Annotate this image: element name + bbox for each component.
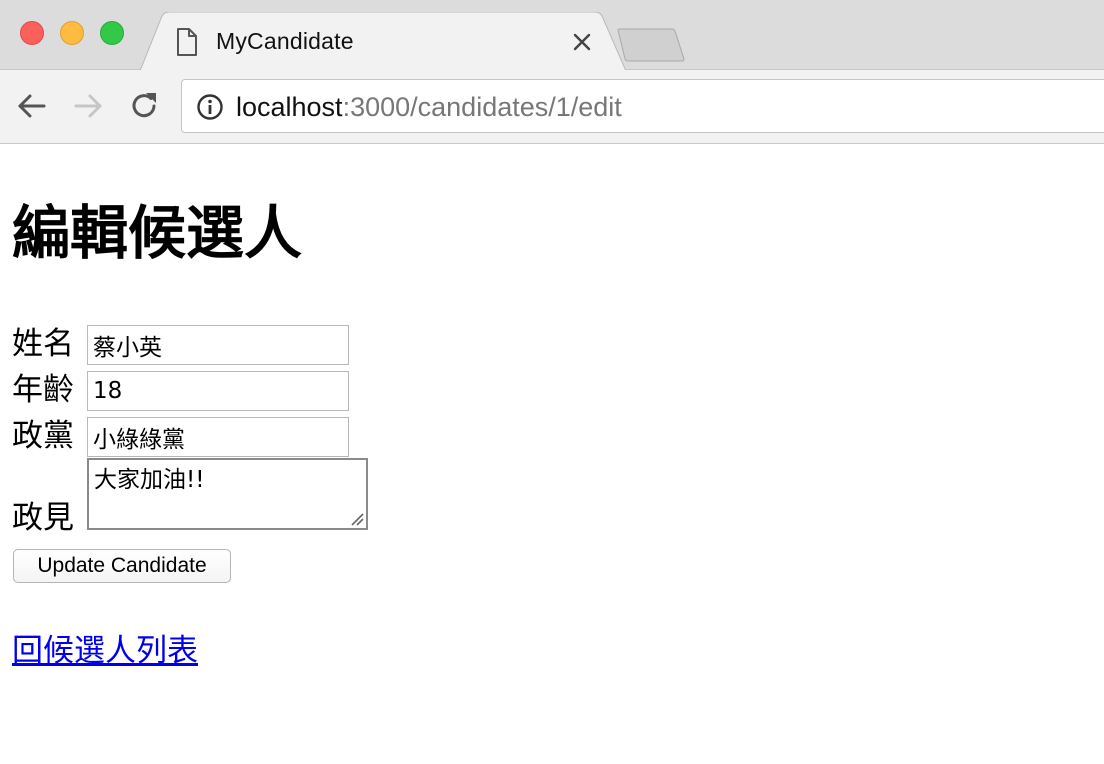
tab-strip: MyCandidate: [0, 0, 1104, 71]
age-field[interactable]: [87, 371, 349, 411]
url-text: localhost:3000/candidates/1/edit: [236, 90, 622, 124]
url-host: localhost: [236, 92, 343, 122]
address-bar[interactable]: localhost:3000/candidates/1/edit: [181, 79, 1104, 133]
arrow-right-icon[interactable]: [70, 88, 106, 124]
arrow-left-icon[interactable]: [14, 88, 50, 124]
close-icon[interactable]: [568, 28, 596, 56]
new-tab-button[interactable]: [616, 28, 686, 62]
url-path: :3000/candidates/1/edit: [342, 92, 622, 122]
party-label: 政黨: [12, 418, 74, 454]
tab-title: MyCandidate: [216, 28, 354, 54]
age-label: 年齡: [12, 372, 74, 408]
name-field[interactable]: [87, 325, 349, 365]
document-icon: [177, 28, 197, 56]
name-label: 姓名: [12, 326, 74, 362]
window-minimize-button[interactable]: [60, 21, 84, 45]
page-title: 編輯候選人: [12, 199, 303, 267]
update-candidate-button[interactable]: Update Candidate: [13, 549, 231, 583]
policy-label: 政見: [12, 500, 74, 536]
resize-grip-icon[interactable]: [350, 512, 364, 526]
back-to-list-link[interactable]: 回候選人列表: [12, 632, 198, 670]
browser-toolbar: localhost:3000/candidates/1/edit: [0, 70, 1104, 144]
page-content: 編輯候選人 姓名 年齡 政黨 政見 大家加油!! Update Candidat…: [0, 144, 1104, 764]
window-maximize-button[interactable]: [100, 21, 124, 45]
policy-textarea[interactable]: 大家加油!!: [87, 458, 368, 530]
reload-icon[interactable]: [126, 88, 162, 124]
tab-background: [140, 12, 627, 71]
info-icon[interactable]: [196, 93, 224, 121]
browser-window: MyCandidate localhost:3000/candidates/1/…: [0, 0, 1104, 764]
window-close-button[interactable]: [20, 21, 44, 45]
tab-mycandidate[interactable]: MyCandidate: [140, 12, 630, 71]
party-field[interactable]: [87, 417, 349, 457]
